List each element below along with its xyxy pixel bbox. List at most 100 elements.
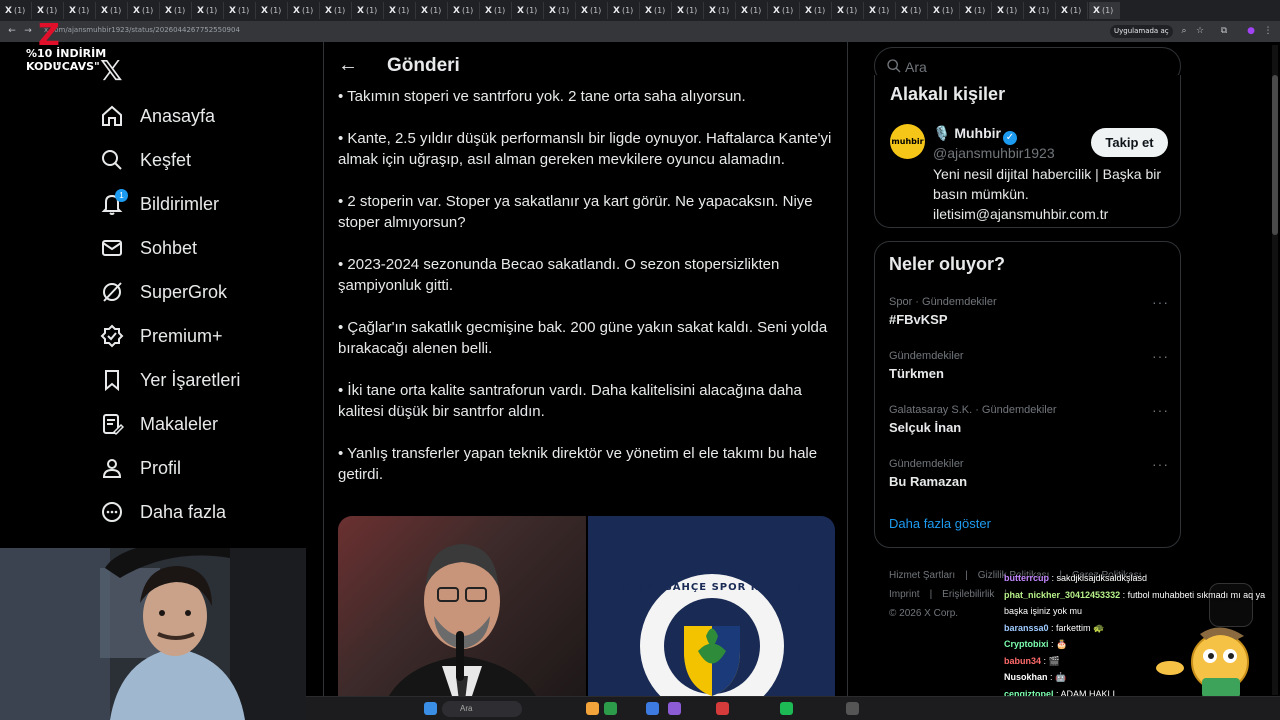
bookmark-star-icon[interactable]: ☆: [1194, 25, 1206, 37]
sidebar-item-bell[interactable]: 1 Bildirimler: [100, 182, 300, 226]
scrollbar-thumb[interactable]: [1272, 75, 1278, 235]
sidebar-item-grok[interactable]: SuperGrok: [100, 270, 300, 314]
trend-item[interactable]: Spor · Gündemdekiler #FBvKSP ···: [889, 294, 1169, 327]
footer-link[interactable]: Hizmet Şartları: [889, 570, 955, 581]
browser-tab[interactable]: X (1): [801, 2, 832, 19]
extensions-icon[interactable]: ⧉: [1218, 25, 1230, 37]
app-red-icon[interactable]: [716, 702, 729, 715]
browser-tab[interactable]: X (1): [385, 2, 416, 19]
more-dots-icon[interactable]: ···: [1152, 456, 1169, 472]
open-in-app-button[interactable]: Uygulamada aç: [1110, 25, 1173, 38]
tab-label: (1): [909, 6, 922, 15]
browser-tab[interactable]: X (1): [673, 2, 704, 19]
tab-label: (1): [397, 6, 410, 15]
browser-tab[interactable]: X (1): [1025, 2, 1056, 19]
media-photo-crest[interactable]: FENERBAHÇE SPOR KULÜBÜ: [586, 516, 835, 720]
menu-dots-icon[interactable]: ⋮: [1262, 25, 1274, 37]
browser-tab[interactable]: X (1): [481, 2, 512, 19]
browser-tab[interactable]: X (1): [353, 2, 384, 19]
x-favicon-icon: X: [165, 5, 172, 16]
spotify-icon[interactable]: [780, 702, 793, 715]
trend-item[interactable]: Gündemdekiler Türkmen ···: [889, 348, 1169, 381]
sidebar-item-more[interactable]: Daha fazla: [100, 490, 300, 534]
app-gray-icon[interactable]: [846, 702, 859, 715]
media-photo-person[interactable]: [338, 516, 586, 720]
browser-tab[interactable]: X (1): [609, 2, 640, 19]
browser-tab[interactable]: X (1): [321, 2, 352, 19]
footer-link[interactable]: Imprint: [889, 589, 920, 600]
profile-dot-icon[interactable]: ●: [1245, 25, 1257, 37]
account-name-text[interactable]: 🎙️ Muhbir: [933, 125, 1001, 141]
sidebar-item-profile[interactable]: Profil: [100, 446, 300, 490]
tab-label: (1): [45, 6, 58, 15]
post-paragraph: • Kante, 2.5 yıldır düşük performanslı b…: [338, 130, 832, 168]
browser-tab[interactable]: X (1): [513, 2, 544, 19]
browser-tab[interactable]: X (1): [1089, 2, 1120, 19]
browser-tab[interactable]: X (1): [897, 2, 928, 19]
browser-tab[interactable]: X (1): [833, 2, 864, 19]
back-arrow-icon[interactable]: ←: [338, 54, 358, 77]
follow-button[interactable]: Takip et: [1091, 128, 1168, 157]
taskbar-search[interactable]: Ara: [442, 701, 522, 717]
edge-icon[interactable]: [646, 702, 659, 715]
zoom-icon[interactable]: ⌕: [1178, 25, 1190, 37]
account-name[interactable]: 🎙️ Muhbir ✓: [933, 125, 1017, 145]
browser-tab[interactable]: X (1): [129, 2, 160, 19]
browser-tab[interactable]: X (1): [225, 2, 256, 19]
footer-link[interactable]: Erişilebilirlik: [942, 589, 994, 600]
browser-tab[interactable]: X (1): [865, 2, 896, 19]
browser-tab[interactable]: X (1): [961, 2, 992, 19]
browser-tab[interactable]: X (1): [161, 2, 192, 19]
browser-tab[interactable]: X (1): [1, 2, 32, 19]
back-arrow-icon[interactable]: ←: [6, 25, 18, 37]
tab-label: (1): [365, 6, 378, 15]
browser-tab[interactable]: X (1): [449, 2, 480, 19]
more-dots-icon[interactable]: ···: [1152, 294, 1169, 310]
browser-tab[interactable]: X (1): [769, 2, 800, 19]
show-more-link[interactable]: Daha fazla göster: [889, 516, 991, 531]
trends-title: Neler oluyor?: [889, 254, 1006, 274]
browser-tab[interactable]: X (1): [1057, 2, 1088, 19]
browser-tab[interactable]: X (1): [545, 2, 576, 19]
post-media[interactable]: FENERBAHÇE SPOR KULÜBÜ: [338, 516, 835, 720]
trend-item[interactable]: Galatasaray S.K. · Gündemdekiler Selçuk İ…: [889, 402, 1169, 435]
file-explorer-icon[interactable]: [586, 702, 599, 715]
browser-tab[interactable]: X (1): [641, 2, 672, 19]
browser-address-bar[interactable]: ← → x.com/ajansmuhbir1923/status/2026044…: [0, 21, 1280, 42]
tab-label: (1): [973, 6, 986, 15]
search-icon: [887, 59, 901, 73]
windows-taskbar: Ara: [306, 696, 1280, 720]
more-dots-icon[interactable]: ···: [1152, 402, 1169, 418]
browser-tab[interactable]: X (1): [65, 2, 96, 19]
chat-user: baranssa0: [1004, 622, 1049, 633]
x-logo-icon[interactable]: 𝕏: [100, 54, 123, 87]
browser-tab[interactable]: X (1): [193, 2, 224, 19]
trend-item[interactable]: Gündemdekiler Bu Ramazan ···: [889, 456, 1169, 489]
sidebar-item-premium[interactable]: Premium+: [100, 314, 300, 358]
account-handle[interactable]: @ajansmuhbir1923: [933, 145, 1055, 161]
x-favicon-icon: X: [581, 5, 588, 16]
discord-icon[interactable]: [668, 702, 681, 715]
chrome-icon[interactable]: [604, 702, 617, 715]
browser-tab[interactable]: X (1): [929, 2, 960, 19]
bell-icon: 1: [100, 189, 128, 216]
sidebar-item-mail[interactable]: Sohbet: [100, 226, 300, 270]
avatar[interactable]: muhbir: [890, 124, 925, 159]
browser-tab[interactable]: X (1): [257, 2, 288, 19]
x-favicon-icon: X: [965, 5, 972, 16]
browser-tab[interactable]: X (1): [417, 2, 448, 19]
browser-tab[interactable]: X (1): [33, 2, 64, 19]
sidebar-item-bookmark[interactable]: Yer İşaretleri: [100, 358, 300, 402]
more-dots-icon[interactable]: ···: [1152, 348, 1169, 364]
browser-tab[interactable]: X (1): [577, 2, 608, 19]
sidebar-item-search[interactable]: Keşfet: [100, 138, 300, 182]
windows-start-icon[interactable]: [424, 702, 437, 715]
browser-tab[interactable]: X (1): [993, 2, 1024, 19]
sidebar-item-home[interactable]: Anasayfa: [100, 94, 300, 138]
browser-tab[interactable]: X (1): [705, 2, 736, 19]
browser-tab[interactable]: X (1): [289, 2, 320, 19]
tab-label: (1): [1069, 6, 1082, 15]
browser-tab[interactable]: X (1): [97, 2, 128, 19]
browser-tab[interactable]: X (1): [737, 2, 768, 19]
sidebar-item-article[interactable]: Makaleler: [100, 402, 300, 446]
